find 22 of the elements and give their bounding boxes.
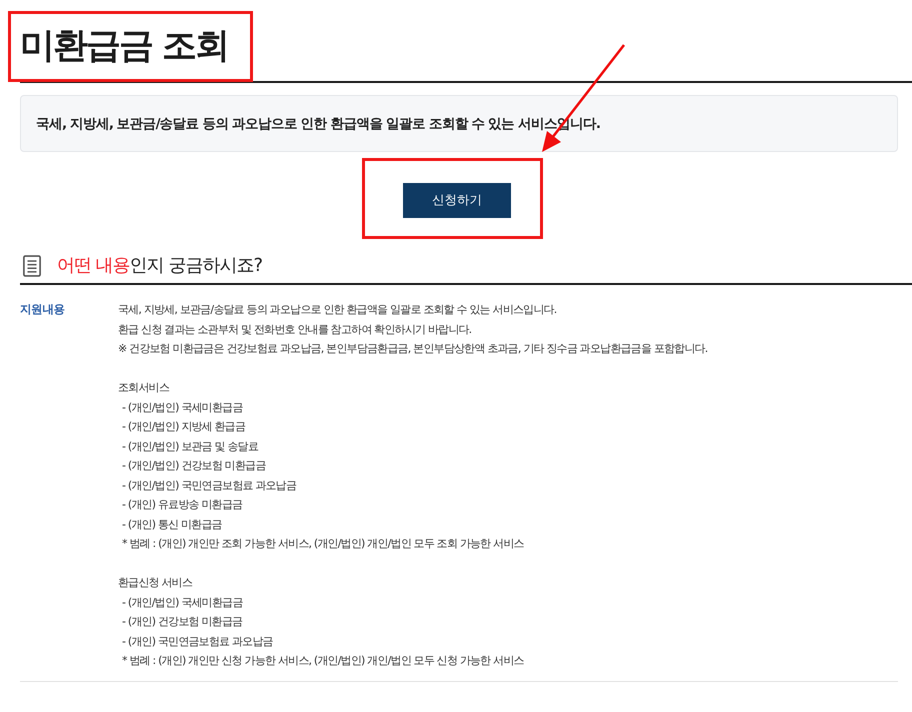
- list-item: - (개인) 유료방송 미환급금: [121, 497, 244, 513]
- list-item: - (개인) 국민연금보험료 과오납금: [121, 634, 274, 650]
- document-icon: [23, 255, 41, 277]
- detail-text: 조회서비스: [118, 380, 170, 396]
- page-title: 미환급금 조회: [20, 29, 228, 64]
- list-item: - (개인) 통신 미환급금: [121, 516, 223, 532]
- list-item: - (개인) 건강보험 미환급금: [121, 614, 244, 630]
- list-item: - (개인/법인) 지방세 환급금: [121, 419, 246, 435]
- list-item: - (개인/법인) 보관금 및 송달료: [121, 438, 260, 454]
- list-item: - (개인/법인) 국세미환급금: [121, 594, 244, 610]
- detail-text: 환급 신청 결과는 소관부처 및 전화번호 안내를 참고하여 확인하시기 바랍니다.: [118, 322, 472, 338]
- detail-text: ※ 건강보험 미환급금은 건강보험료 과오납금, 본인부담금환급금, 본인부담상한액 초과금, 기타 징수금 과오납환급금을 포함합니다.: [118, 341, 708, 357]
- list-item: - (개인/법인) 건강보험 미환급금: [121, 458, 267, 474]
- detail-label: 지원내용: [20, 301, 66, 318]
- legend-note: * 범례 : (개인) 개인만 신청 가능한 서비스, (개인/법인) 개인/법인 모두 신청 가능한 서비스: [121, 653, 525, 669]
- detail-text: 환급신청 서비스: [118, 575, 194, 591]
- apply-button[interactable]: 신청하기: [403, 183, 511, 218]
- list-item: - (개인/법인) 국민연금보험료 과오납금: [121, 478, 298, 494]
- section-heading: 어떤 내용인지 궁금하시죠?: [57, 257, 262, 275]
- legend-note: * 범례 : (개인) 개인만 조회 가능한 서비스, (개인/법인) 개인/법인 모두 조회 가능한 서비스: [121, 536, 525, 552]
- detail-text: 국세, 지방세, 보관금/송달료 등의 과오납으로 인한 환급액을 일괄로 조회할 수 있는 서비스입니다.: [118, 302, 558, 318]
- list-item: - (개인/법인) 국세미환급금: [121, 400, 244, 416]
